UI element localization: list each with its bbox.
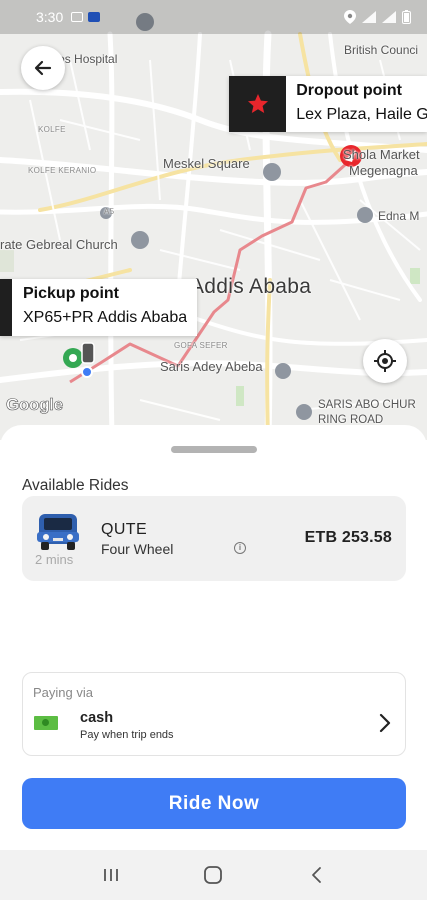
map-label-kolfe-keranio: KOLFE KERANIO [28,166,97,175]
signal-icon-1 [362,11,376,23]
signal-icon-2 [382,11,396,23]
arrow-left-icon [34,60,52,76]
pickup-address: XP65+PR Addis Ababa [23,309,188,326]
chevron-right-icon [379,713,391,733]
app-icon [88,12,101,22]
blue-car-icon [37,514,79,550]
map-label-city: Addis Ababa [190,275,312,298]
status-bar: 3:30 [0,0,427,34]
payment-note: Pay when trip ends [80,729,174,741]
ride-now-button[interactable]: Ride Now [22,778,406,829]
pickup-point-card[interactable]: Pickup point XP65+PR Addis Ababa [0,279,197,336]
battery-icon [402,10,411,24]
recents-icon [104,869,119,881]
map-label-megenagna: Megenagna [349,163,418,178]
home-icon [204,866,223,884]
dropout-icon-box [229,76,287,132]
ride-type: Four Wheel [101,541,174,557]
available-rides-title: Available Rides [22,477,129,494]
ride-name: QUTE [101,521,148,538]
ride-eta: 2 mins [35,552,74,567]
info-icon[interactable]: i [234,542,246,554]
paying-via-label: Paying via [33,685,93,700]
crosshair-icon [374,350,396,372]
ride-price: ETB 253.58 [304,529,392,546]
payment-method-card[interactable]: Paying via cash Pay when trip ends [22,672,406,756]
dropout-address: Lex Plaza, Haile G [296,106,427,123]
map-label-edna: Edna M [378,209,420,223]
image-icon [71,12,84,22]
map-label-church: rate Gebreal Church [0,237,118,252]
system-nav-bar [0,850,427,900]
star-icon [247,94,268,113]
payment-method: cash [80,710,114,726]
google-logo: Google [6,395,64,415]
map-label-shola: Shola Market [343,147,420,162]
map-label-saris-abo: SARIS ABO CHUR [318,399,416,411]
ride-option-card[interactable]: 2 mins QUTE Four Wheel i ETB 253.58 [22,496,406,581]
map-label-british: British Counci [344,43,419,57]
pickup-bar [0,279,12,336]
back-nav-button[interactable] [296,855,336,895]
recent-apps-button[interactable] [91,855,131,895]
status-time: 3:30 [36,9,64,25]
dropout-point-card[interactable]: Dropout point Lex Plaza, Haile G [229,76,427,132]
back-button[interactable] [21,46,65,90]
status-right-icons [344,10,411,24]
map-label-a5: A5 [104,207,115,216]
status-left-icons [71,12,101,22]
sheet-drag-handle[interactable] [171,446,257,453]
back-chevron-icon [311,867,321,883]
dropout-title: Dropout point [296,82,402,99]
map-label-kolfe: KOLFE [38,125,66,134]
map-label-meskel: Meskel Square [163,156,250,171]
my-location-button[interactable] [363,339,407,383]
location-icon [344,10,356,24]
map-label-saris-adey: Saris Adey Abeba [160,359,263,374]
home-button[interactable] [193,855,233,895]
pickup-title: Pickup point [23,285,119,302]
ride-bottom-sheet: Available Rides 2 mins QUTE Four Wheel i… [0,425,427,850]
map-label-gofa: GOFA SEFER [174,341,228,350]
cash-icon [34,716,58,730]
